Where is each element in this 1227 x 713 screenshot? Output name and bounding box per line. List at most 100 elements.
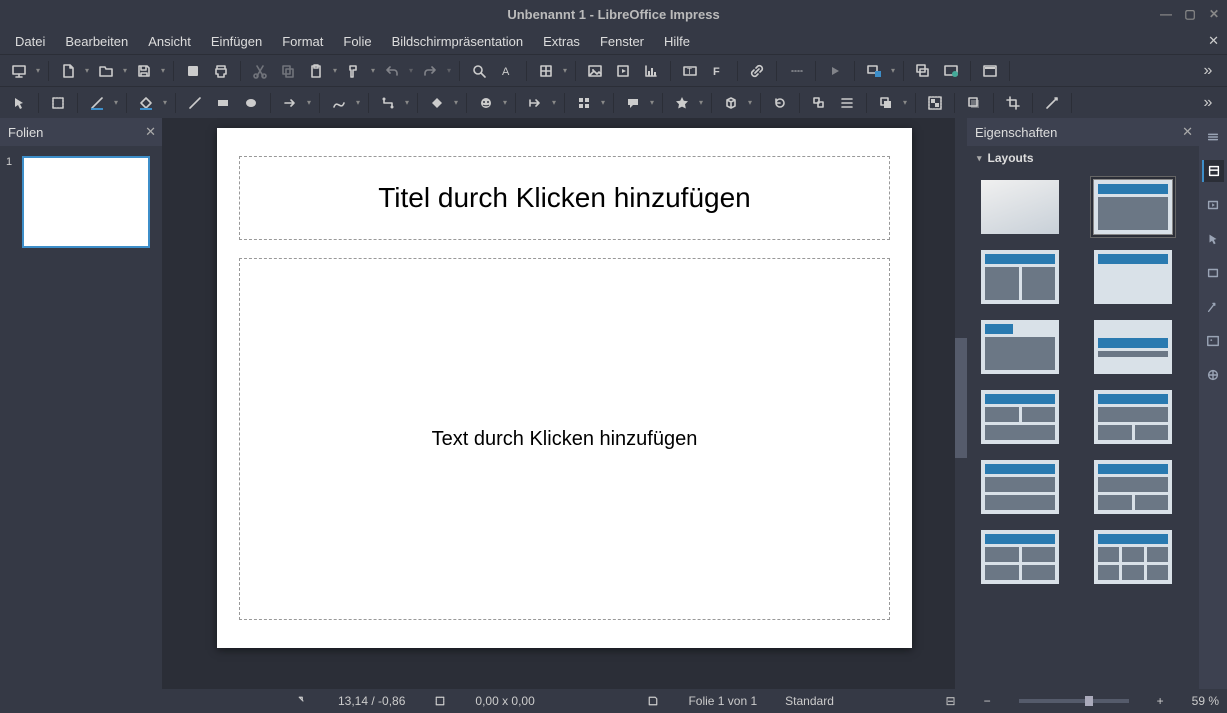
symbol-shape-icon[interactable] (473, 90, 499, 116)
fontwork-icon[interactable]: F (705, 58, 731, 84)
dropdown-icon[interactable]: ▾ (901, 90, 909, 116)
menu-einfuegen[interactable]: Einfügen (202, 31, 271, 52)
layout-title-2content[interactable] (981, 250, 1059, 304)
ellipse-icon[interactable] (238, 90, 264, 116)
dropdown-icon[interactable]: ▾ (550, 90, 558, 116)
dropdown-icon[interactable]: ▾ (403, 90, 411, 116)
window-minimize-icon[interactable]: — (1159, 7, 1173, 21)
new-slide-icon[interactable] (861, 58, 887, 84)
sidebar-tab-gallery-icon[interactable] (1202, 330, 1224, 352)
cut-icon[interactable] (247, 58, 273, 84)
layout-title-content-v[interactable] (981, 320, 1059, 374)
layout-title-only[interactable] (1094, 250, 1172, 304)
dropdown-icon[interactable]: ▾ (746, 90, 754, 116)
redo-icon[interactable] (417, 58, 443, 84)
zoom-pan-icon[interactable] (45, 90, 71, 116)
new-document-icon[interactable] (55, 58, 81, 84)
vertical-scrollbar[interactable] (955, 118, 967, 689)
close-icon[interactable]: ✕ (145, 124, 156, 140)
dropdown-icon[interactable]: ▾ (354, 90, 362, 116)
dropdown-icon[interactable]: ▾ (369, 58, 377, 84)
content-placeholder[interactable]: Text durch Klicken hinzufügen (239, 258, 890, 620)
start-presentation-icon[interactable] (6, 58, 32, 84)
dropdown-icon[interactable]: ▾ (889, 58, 897, 84)
menu-format[interactable]: Format (273, 31, 332, 52)
sidebar-tab-settings-icon[interactable] (1202, 126, 1224, 148)
flowchart-icon[interactable] (571, 90, 597, 116)
print-icon[interactable] (208, 58, 234, 84)
connector-icon[interactable] (375, 90, 401, 116)
block-arrow-icon[interactable] (522, 90, 548, 116)
menu-ansicht[interactable]: Ansicht (139, 31, 200, 52)
filter-icon[interactable] (1039, 90, 1065, 116)
close-icon[interactable]: ✕ (1182, 124, 1193, 140)
spellcheck-icon[interactable]: A (494, 58, 520, 84)
callout-icon[interactable] (620, 90, 646, 116)
star-icon[interactable] (669, 90, 695, 116)
insert-media-icon[interactable] (610, 58, 636, 84)
sidebar-tab-slidetransition-icon[interactable] (1202, 194, 1224, 216)
dropdown-icon[interactable]: ▾ (161, 90, 169, 116)
dropdown-icon[interactable]: ▾ (599, 90, 607, 116)
line-icon[interactable] (182, 90, 208, 116)
dropdown-icon[interactable]: ▾ (648, 90, 656, 116)
menu-praesentation[interactable]: Bildschirmpräsentation (383, 31, 533, 52)
layout-6content[interactable] (1094, 530, 1172, 584)
dropdown-icon[interactable]: ▾ (501, 90, 509, 116)
window-maximize-icon[interactable]: ▢ (1183, 7, 1197, 21)
menu-extras[interactable]: Extras (534, 31, 589, 52)
title-placeholder[interactable]: Titel durch Klicken hinzufügen (239, 156, 890, 240)
layout-2cols[interactable] (1094, 460, 1172, 514)
crop-image-icon[interactable] (1000, 90, 1026, 116)
layouts-section-header[interactable]: ▾ Layouts (967, 146, 1199, 170)
document-close-icon[interactable]: ✕ (1208, 33, 1219, 49)
zoom-fit-icon[interactable]: ⊟ (946, 694, 956, 708)
textbox-icon[interactable]: T (677, 58, 703, 84)
dropdown-icon[interactable]: ▾ (561, 58, 569, 84)
sidebar-tab-masterpages-icon[interactable] (1202, 364, 1224, 386)
find-icon[interactable] (466, 58, 492, 84)
sidebar-tab-shapes-icon[interactable] (1202, 262, 1224, 284)
undo-icon[interactable] (379, 58, 405, 84)
slide-canvas[interactable]: Titel durch Klicken hinzufügen Text durc… (162, 118, 967, 689)
curve-icon[interactable] (326, 90, 352, 116)
overflow-icon[interactable]: » (1195, 90, 1221, 116)
save-status-icon[interactable] (646, 694, 660, 708)
save-icon[interactable] (131, 58, 157, 84)
export-pdf-icon[interactable] (180, 58, 206, 84)
dropdown-icon[interactable]: ▾ (112, 90, 120, 116)
arrange-icon[interactable] (873, 90, 899, 116)
dropdown-icon[interactable]: ▾ (34, 58, 42, 84)
dropdown-icon[interactable]: ▾ (159, 58, 167, 84)
menu-folie[interactable]: Folie (334, 31, 380, 52)
sidebar-tab-animate-icon[interactable] (1202, 296, 1224, 318)
zoom-slider[interactable] (1019, 699, 1129, 703)
layout-blank[interactable] (981, 180, 1059, 234)
layout-4content[interactable] (981, 530, 1059, 584)
layout-centered-text[interactable] (1094, 320, 1172, 374)
slide-layout-icon[interactable] (977, 58, 1003, 84)
clone-format-icon[interactable] (341, 58, 367, 84)
rectangle-icon[interactable] (210, 90, 236, 116)
menu-datei[interactable]: Datei (6, 31, 54, 52)
menu-fenster[interactable]: Fenster (591, 31, 653, 52)
run-macro-icon[interactable] (822, 58, 848, 84)
copy-icon[interactable] (275, 58, 301, 84)
pointer-icon[interactable] (6, 90, 32, 116)
layout-2rows[interactable] (981, 460, 1059, 514)
dropdown-icon[interactable]: ▾ (331, 58, 339, 84)
layout-1-over-2[interactable] (1094, 390, 1172, 444)
3d-object-icon[interactable] (718, 90, 744, 116)
shadow-icon[interactable] (961, 90, 987, 116)
paste-icon[interactable] (303, 58, 329, 84)
overflow-icon[interactable]: » (1195, 58, 1221, 84)
zoom-level[interactable]: 59 % (1192, 694, 1219, 708)
sidebar-tab-navigator-icon[interactable] (1202, 228, 1224, 250)
menu-bearbeiten[interactable]: Bearbeiten (56, 31, 137, 52)
slide-props-icon[interactable] (938, 58, 964, 84)
hyperlink-icon[interactable] (744, 58, 770, 84)
grid-icon[interactable] (533, 58, 559, 84)
group-icon[interactable] (922, 90, 948, 116)
sidebar-tab-properties-icon[interactable] (1202, 160, 1224, 182)
dropdown-icon[interactable]: ▾ (452, 90, 460, 116)
